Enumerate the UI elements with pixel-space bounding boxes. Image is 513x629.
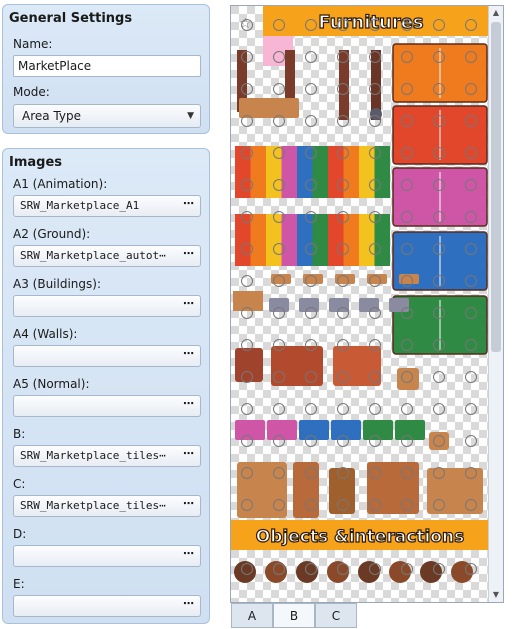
basket: [359, 298, 379, 312]
scroll-up-icon[interactable]: ▲: [489, 6, 503, 20]
images-title: Images: [9, 155, 63, 170]
image-slot-picker[interactable]: SRW_Marketplace_tiles⋯ ⋯: [13, 445, 201, 467]
scroll-down-icon[interactable]: ▼: [489, 588, 503, 602]
table: [235, 348, 263, 382]
browse-button[interactable]: ⋯: [183, 494, 194, 514]
barrel: [451, 561, 473, 583]
image-slot-label: A3 (Buildings):: [13, 277, 101, 291]
image-slot-value: SRW_Marketplace_tiles⋯: [20, 499, 166, 512]
image-slot-picker[interactable]: SRW_Marketplace_autot⋯ ⋯: [13, 245, 201, 267]
barrel: [358, 561, 380, 583]
awning-stripe: [312, 214, 328, 266]
awning-stripe: [235, 214, 251, 266]
image-slot-picker[interactable]: SRW_Marketplace_tiles⋯ ⋯: [13, 495, 201, 517]
image-slot-picker[interactable]: ⋯: [13, 345, 201, 367]
browse-button[interactable]: ⋯: [183, 194, 194, 214]
browse-button[interactable]: ⋯: [183, 594, 194, 614]
browse-button[interactable]: ⋯: [183, 244, 194, 264]
banner-bottom-text: Objects &interactions: [256, 527, 464, 547]
image-slot-label: C:: [13, 477, 26, 491]
awning-stripe: [250, 214, 266, 266]
tileset-viewer[interactable]: Furnitures ☆ Objects &interactions ▲ ▼: [230, 5, 504, 603]
general-settings-panel: General Settings Name: MarketPlace Mode:…: [2, 4, 210, 134]
image-slot-picker[interactable]: ⋯: [13, 295, 201, 317]
tileset-canvas[interactable]: Furnitures☆Objects &interactions: [231, 6, 489, 602]
image-slot-label: A4 (Walls):: [13, 327, 78, 341]
images-panel: Images A1 (Animation): SRW_Marketplace_A1…: [2, 148, 210, 624]
image-slot-picker[interactable]: ⋯: [13, 545, 201, 567]
image-slot-picker[interactable]: ⋯: [13, 595, 201, 617]
scroll-thumb[interactable]: [491, 22, 501, 352]
general-settings-title: General Settings: [9, 11, 133, 26]
cabinet: [329, 468, 355, 514]
mode-select[interactable]: Area Type ▼: [13, 104, 201, 128]
basket: [389, 298, 409, 312]
image-slot-label: A5 (Normal):: [13, 377, 90, 391]
browse-button[interactable]: ⋯: [183, 544, 194, 564]
image-slot-label: B:: [13, 427, 26, 441]
shop-sign: [333, 346, 381, 386]
desk: [239, 98, 299, 118]
image-slot-value: SRW_Marketplace_tiles⋯: [20, 449, 166, 462]
tab-b[interactable]: B: [273, 603, 315, 628]
tab-c[interactable]: C: [315, 603, 357, 628]
browse-button[interactable]: ⋯: [183, 394, 194, 414]
awning-stripe: [266, 214, 282, 266]
awning-stripe: [297, 214, 313, 266]
counter: [427, 468, 483, 514]
basket: [269, 298, 289, 312]
awning-stripe: [312, 146, 328, 198]
image-slot-picker[interactable]: ⋯: [13, 395, 201, 417]
tab-a[interactable]: A: [231, 603, 273, 628]
image-slot-value: SRW_Marketplace_autot⋯: [20, 249, 166, 262]
browse-button[interactable]: ⋯: [183, 294, 194, 314]
image-slot-label: E:: [13, 577, 25, 591]
awning-stripe: [281, 146, 297, 198]
image-slot-value: SRW_Marketplace_A1: [20, 199, 140, 212]
tileset-tabs: ABC: [231, 603, 503, 628]
barrel: [420, 561, 442, 583]
barrel: [429, 432, 449, 450]
name-field[interactable]: MarketPlace: [13, 55, 201, 77]
browse-button[interactable]: ⋯: [183, 444, 194, 464]
browse-button[interactable]: ⋯: [183, 344, 194, 364]
image-slot-picker[interactable]: SRW_Marketplace_A1 ⋯: [13, 195, 201, 217]
chevron-down-icon: ▼: [187, 111, 194, 121]
name-label: Name:: [13, 37, 53, 51]
vertical-scrollbar[interactable]: ▲ ▼: [488, 6, 503, 602]
image-slot-label: A1 (Animation):: [13, 177, 108, 191]
banner-top-text: Furnitures: [318, 12, 423, 33]
awning-stripe: [281, 214, 297, 266]
barrel: [389, 561, 411, 583]
image-slot-label: D:: [13, 527, 27, 541]
image-slot-label: A2 (Ground):: [13, 227, 91, 241]
mode-select-value: Area Type: [22, 109, 81, 123]
mode-label: Mode:: [13, 85, 50, 99]
